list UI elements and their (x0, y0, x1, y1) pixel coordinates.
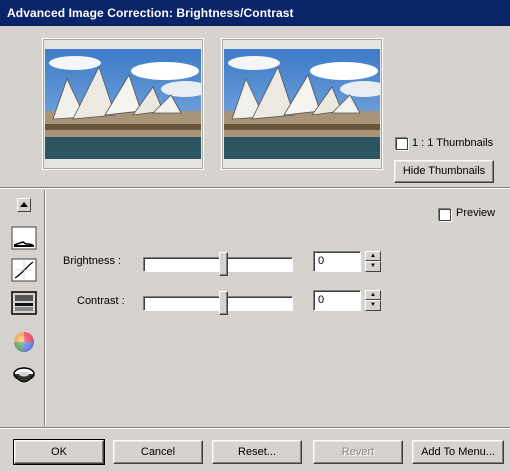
opera-house-preview-image (224, 49, 380, 159)
add-to-menu-button[interactable]: Add To Menu... (412, 440, 504, 464)
contrast-value[interactable]: 0 (318, 294, 324, 306)
contrast-slider[interactable] (143, 291, 293, 315)
collapse-up-icon[interactable] (17, 198, 31, 212)
before-thumbnail (42, 38, 204, 170)
one-to-one-thumbnails-checkbox[interactable] (396, 138, 408, 150)
contrast-down-arrow-icon[interactable]: ▼ (365, 300, 381, 311)
tool-strip-divider (44, 190, 46, 426)
contrast-up-arrow-icon[interactable]: ▲ (365, 290, 381, 300)
cancel-label: Cancel (140, 446, 176, 458)
thumbnail-divider (0, 187, 510, 189)
brightness-contrast-icon[interactable] (11, 291, 37, 315)
contrast-spinner[interactable]: ▲ ▼ (365, 290, 381, 311)
contrast-slider-thumb[interactable] (219, 291, 228, 315)
preview-checkbox[interactable] (439, 209, 451, 221)
reset-button[interactable]: Reset... (212, 440, 302, 464)
brightness-value-field[interactable]: 0 (313, 251, 361, 272)
revert-label: Revert (341, 446, 375, 458)
reset-label: Reset... (238, 446, 276, 458)
button-bar-divider (0, 427, 510, 429)
brightness-slider[interactable] (143, 252, 293, 276)
revert-button[interactable]: Revert (313, 440, 403, 464)
hide-thumbnails-label: Hide Thumbnails (402, 165, 486, 177)
ok-label: OK (51, 446, 67, 458)
brightness-slider-thumb[interactable] (219, 252, 228, 276)
contrast-label: Contrast : (77, 295, 125, 307)
thumbnail-area: 1 : 1 Thumbnails Hide Thumbnails (0, 26, 510, 186)
tone-curve-icon[interactable] (11, 258, 37, 282)
dialog-title: Advanced Image Correction: Brightness/Co… (7, 6, 294, 20)
brightness-slider-track[interactable] (143, 257, 293, 272)
one-to-one-thumbnails-label: 1 : 1 Thumbnails (412, 137, 494, 149)
contrast-slider-track[interactable] (143, 296, 293, 311)
brightness-up-arrow-icon[interactable]: ▲ (365, 251, 381, 261)
contrast-value-field[interactable]: 0 (313, 290, 361, 311)
ok-button[interactable]: OK (13, 439, 105, 465)
dialog-title-bar: Advanced Image Correction: Brightness/Co… (0, 0, 510, 26)
hide-thumbnails-button[interactable]: Hide Thumbnails (394, 160, 494, 183)
opera-house-image (45, 49, 201, 159)
preview-label: Preview (456, 207, 496, 219)
after-thumbnail (221, 38, 383, 170)
brightness-spinner[interactable]: ▲ ▼ (365, 251, 381, 272)
lens-icon[interactable] (11, 364, 37, 388)
brightness-value[interactable]: 0 (318, 255, 324, 267)
histogram-icon[interactable] (11, 226, 37, 250)
cancel-button[interactable]: Cancel (113, 440, 203, 464)
brightness-label: Brightness : (63, 255, 122, 267)
add-to-menu-label: Add To Menu... (421, 446, 495, 458)
color-wheel-icon[interactable] (11, 330, 37, 354)
brightness-down-arrow-icon[interactable]: ▼ (365, 261, 381, 272)
